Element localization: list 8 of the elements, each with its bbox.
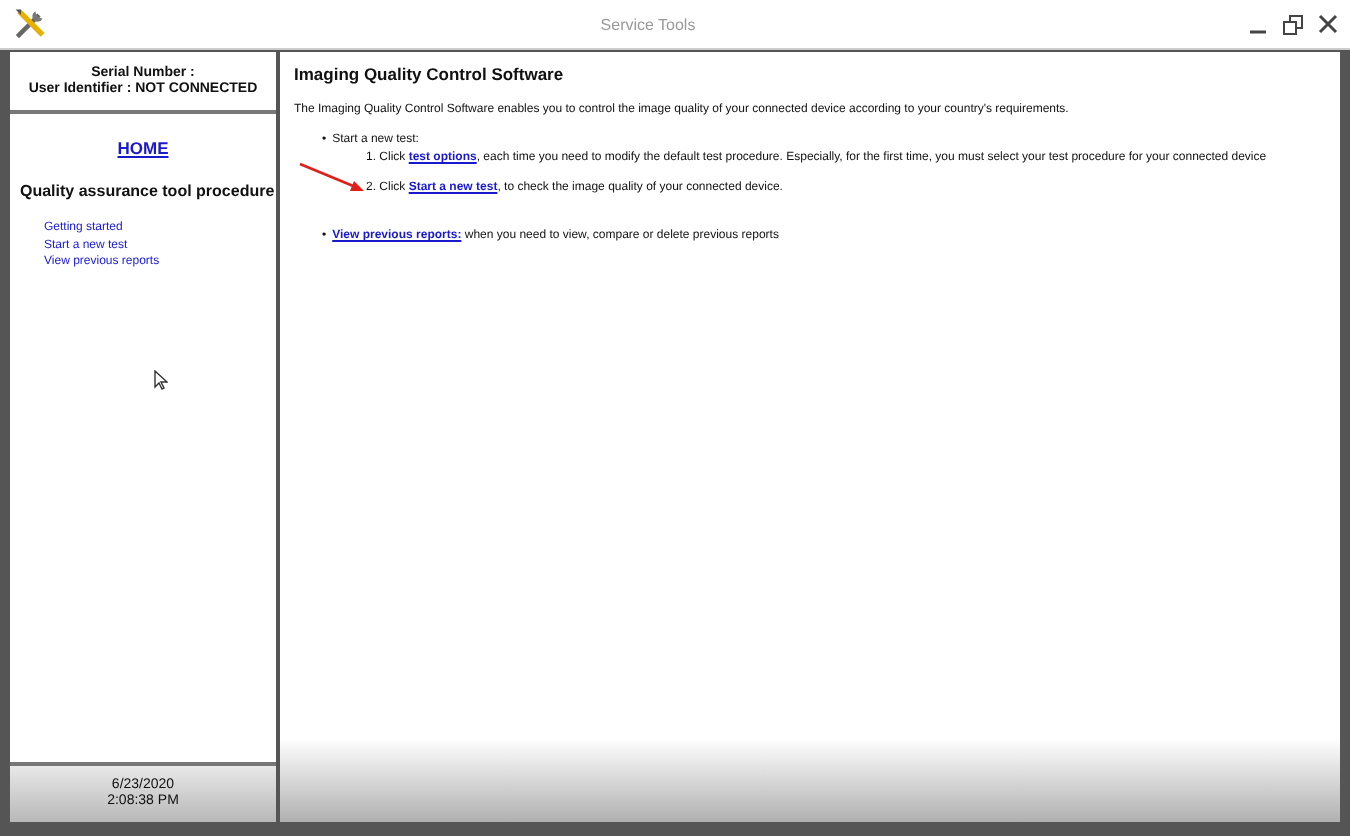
content-title: Imaging Quality Control Software: [294, 64, 566, 84]
cursor-icon: [154, 370, 168, 390]
home-link[interactable]: HOME: [117, 138, 169, 158]
tools-icon: [12, 6, 48, 42]
sidebar-heading: Quality assurance tool procedure: [18, 182, 275, 200]
close-icon[interactable]: [1318, 14, 1338, 34]
window-title: Service Tools: [598, 15, 698, 33]
restore-icon[interactable]: [1282, 13, 1304, 35]
